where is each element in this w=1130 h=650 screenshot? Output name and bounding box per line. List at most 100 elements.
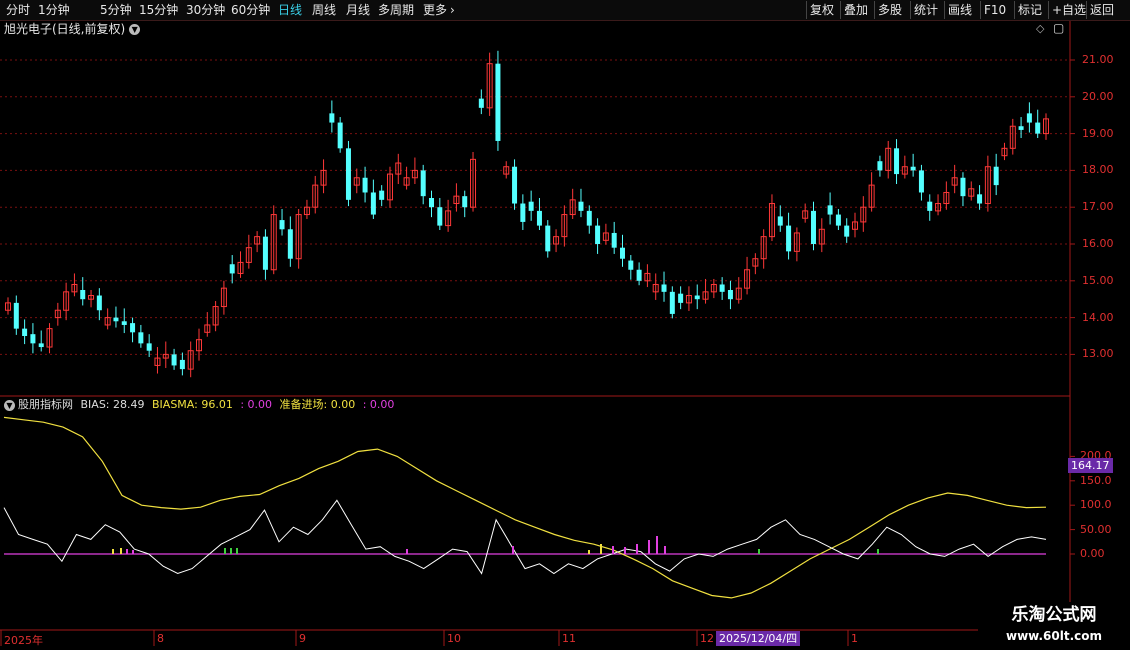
candle-body xyxy=(528,201,534,211)
signal-bar xyxy=(877,549,879,554)
tab-daily[interactable]: 日线 xyxy=(278,2,302,18)
signal-bar xyxy=(112,549,114,554)
candle-body xyxy=(1018,126,1024,130)
indicator-cursor-value: 164.17 xyxy=(1068,458,1113,473)
biasma-line xyxy=(3,416,1047,599)
signal-bar xyxy=(224,548,226,554)
window-toggle-icon[interactable]: ▢ xyxy=(1053,21,1064,35)
candle-body xyxy=(512,166,518,204)
candle-body xyxy=(379,190,385,200)
tab-1min[interactable]: 1分钟 xyxy=(38,2,70,18)
chevron-down-icon[interactable]: ▼ xyxy=(129,24,141,35)
candle-body xyxy=(121,321,127,325)
candle-body xyxy=(777,216,783,226)
price-tick-label: 21.00 xyxy=(1082,53,1114,66)
candle-body xyxy=(495,63,501,141)
candle-body xyxy=(38,343,44,348)
candle-body xyxy=(810,210,816,244)
candle-body xyxy=(835,214,841,226)
price-tick-label: 18.00 xyxy=(1082,163,1114,177)
chart-canvas[interactable] xyxy=(0,0,1130,650)
date-tick-label: 11 xyxy=(562,632,576,645)
date-tick-label: 9 xyxy=(299,632,306,645)
entry-value: 准备进场: 0.00 xyxy=(279,398,356,411)
candle-body xyxy=(462,196,468,208)
back-button[interactable]: 返回 xyxy=(1086,1,1117,19)
candle-body xyxy=(877,161,883,171)
candle-body xyxy=(894,148,900,175)
tab-15min[interactable]: 15分钟 xyxy=(139,2,178,18)
tab-intraday[interactable]: 分时 xyxy=(6,2,30,18)
candle-body xyxy=(13,302,19,329)
signal-bar xyxy=(600,544,602,554)
tab-30min[interactable]: 30分钟 xyxy=(186,2,225,18)
signal-bar xyxy=(120,548,122,554)
date-tick-label: 2025年 xyxy=(4,634,43,647)
price-tick-label: 17.00 xyxy=(1082,200,1114,214)
restore-rights-button[interactable]: 复权 xyxy=(806,1,837,19)
candle-body xyxy=(96,295,102,311)
f10-button[interactable]: F10 xyxy=(980,1,1009,19)
candle-body xyxy=(611,232,617,248)
diamond-icon[interactable]: ◇ xyxy=(1036,22,1044,35)
candle-body xyxy=(138,332,144,344)
candle-body xyxy=(910,166,916,171)
tab-multi-period[interactable]: 多周期 xyxy=(378,2,414,18)
candle-body xyxy=(786,225,792,252)
chart-title: 旭光电子(日线,前复权) ▼ xyxy=(4,22,141,36)
candle-body xyxy=(669,291,675,314)
chevron-down-icon[interactable]: ▼ xyxy=(4,399,15,411)
tab-weekly[interactable]: 周线 xyxy=(312,2,336,18)
chevron-right-icon: › xyxy=(450,3,455,17)
candle-body xyxy=(429,198,435,208)
price-tick-label: 13.00 xyxy=(1082,347,1114,361)
candle-body xyxy=(545,225,551,252)
signal-bar xyxy=(664,546,666,554)
candle-body xyxy=(960,177,966,197)
signal-bar xyxy=(588,550,590,554)
candle-body xyxy=(113,317,119,322)
candle-body xyxy=(844,225,850,237)
date-tick-label: 1 xyxy=(851,632,858,645)
indicator-tick-label: 50.00 xyxy=(1080,522,1112,536)
candle-body xyxy=(628,260,634,270)
candle-body xyxy=(146,343,152,351)
signal-bar xyxy=(126,549,128,554)
indicator-name: 股朋指标网 xyxy=(18,398,73,411)
draw-line-button[interactable]: 画线 xyxy=(944,1,975,19)
mark-button[interactable]: 标记 xyxy=(1014,1,1045,19)
signal-bar xyxy=(230,548,232,554)
watermark-line-2: www.60lt.com xyxy=(1005,629,1103,643)
multi-stock-button[interactable]: 多股 xyxy=(874,1,905,19)
candle-body xyxy=(362,177,368,193)
tab-more[interactable]: 更多 › xyxy=(423,2,455,18)
signal-bar xyxy=(758,549,760,554)
candle-body xyxy=(927,201,933,211)
chart-title-text: 旭光电子(日线,前复权) xyxy=(4,22,126,36)
candle-body xyxy=(229,264,235,274)
tab-60min[interactable]: 60分钟 xyxy=(231,2,270,18)
signal-bar xyxy=(648,540,650,554)
candle-body xyxy=(287,229,293,259)
statistics-button[interactable]: 统计 xyxy=(910,1,941,19)
date-tick-label: 10 xyxy=(447,632,461,645)
date-tick-label: 8 xyxy=(157,632,164,645)
candle-body xyxy=(727,290,733,300)
watermark-line-1: 乐淘公式网 xyxy=(1011,605,1097,625)
candle-body xyxy=(420,170,426,197)
candle-body xyxy=(661,284,667,292)
tab-monthly[interactable]: 月线 xyxy=(346,2,370,18)
add-watchlist-button[interactable]: +自选 xyxy=(1048,1,1089,19)
candle-body xyxy=(345,148,351,200)
indicator-tick-label: 150.0 xyxy=(1080,473,1112,487)
signal-bar xyxy=(656,536,658,554)
tab-5min[interactable]: 5分钟 xyxy=(100,2,132,18)
signal-bar xyxy=(406,549,408,554)
overlay-button[interactable]: 叠加 xyxy=(840,1,871,19)
candle-body xyxy=(437,207,443,226)
candle-body xyxy=(279,220,285,230)
biasma-value: BIASMA: 96.01 xyxy=(152,398,233,411)
watermark: 乐淘公式网 www.60lt.com xyxy=(978,602,1130,650)
more-label: 更多 xyxy=(423,3,448,17)
extra-value-2: : 0.00 xyxy=(362,398,395,411)
